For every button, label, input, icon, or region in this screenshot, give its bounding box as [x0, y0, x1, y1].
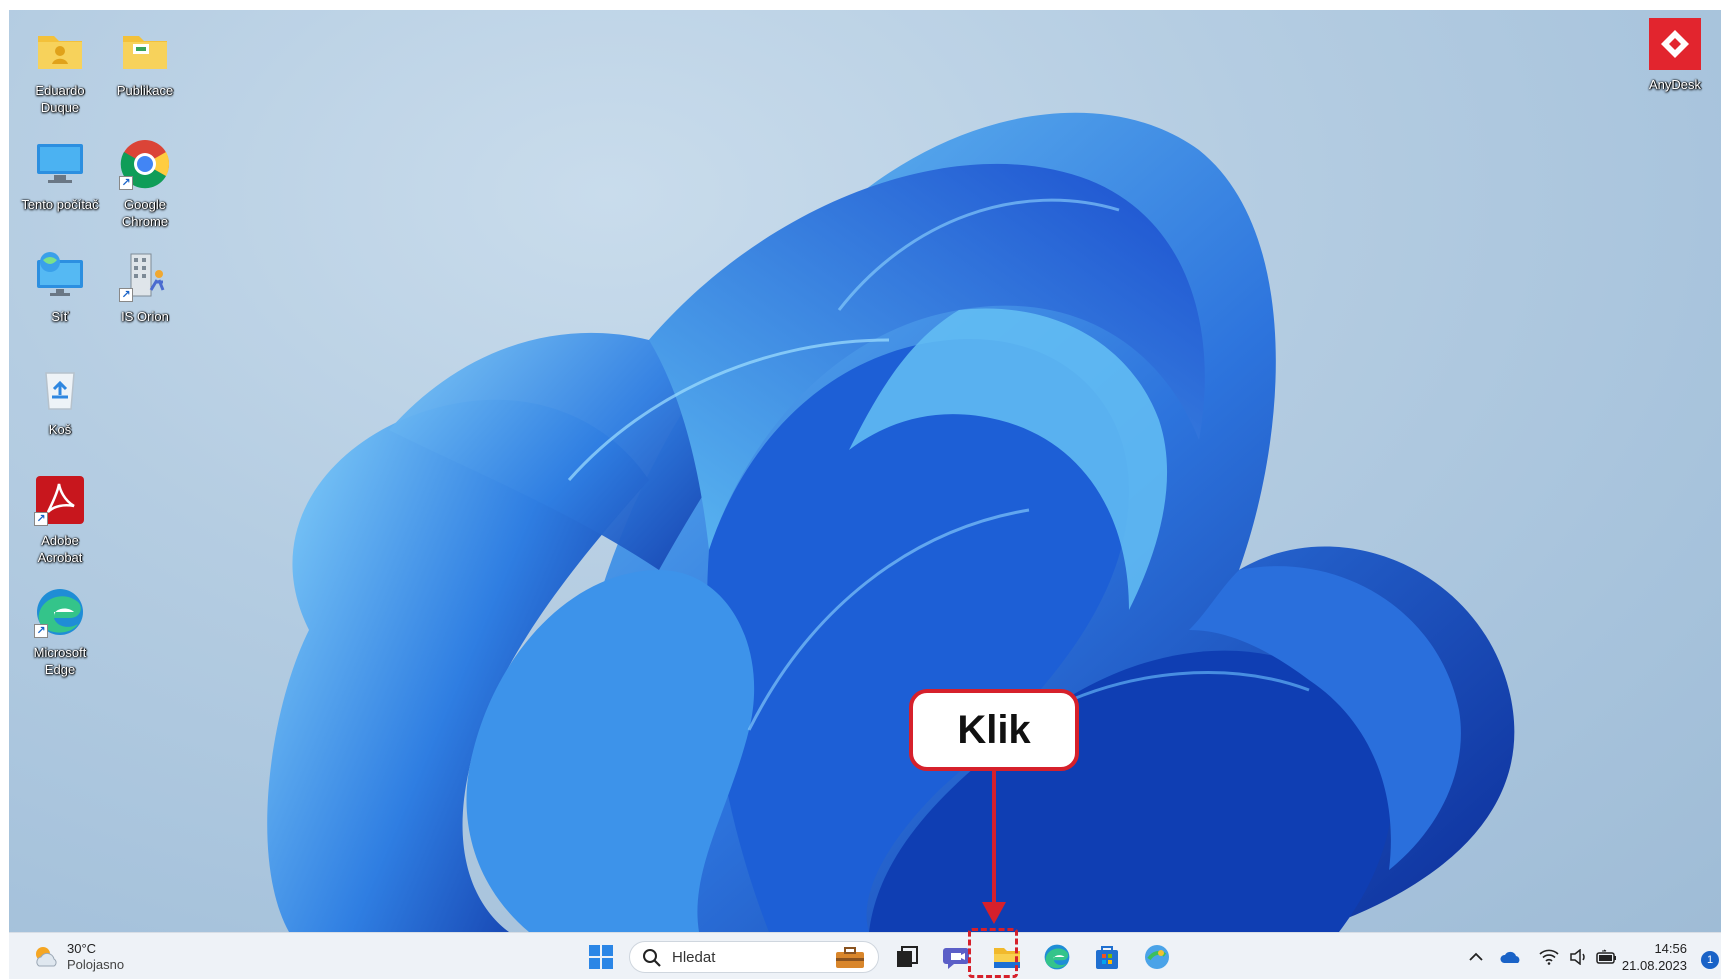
partly-cloudy-icon [36, 947, 57, 967]
notification-badge[interactable]: 1 [1701, 951, 1719, 969]
edge-icon: ↗ [34, 586, 86, 638]
anydesk-icon [1649, 18, 1701, 70]
bloom-wallpaper [267, 112, 1515, 932]
chevron-up-icon [1469, 952, 1483, 961]
taskbar: 30°C Polojasno Hledat 14:56 21.08.2023 1 [9, 932, 1721, 979]
desktop-icon-label: Adobe Acrobat [37, 533, 83, 565]
onedrive-button[interactable] [1497, 940, 1525, 974]
acrobat-icon: ↗ [34, 474, 86, 526]
user-folder-icon [34, 24, 86, 76]
clock-date: 21.08.2023 [1621, 958, 1687, 973]
pinned-app-button[interactable] [1139, 940, 1175, 974]
battery-button[interactable] [1593, 940, 1621, 974]
app-icon [1145, 945, 1169, 969]
desktop-icon-recycle-bin[interactable]: Koš [18, 363, 102, 438]
search-placeholder: Hledat [672, 949, 716, 966]
store-button[interactable] [1089, 940, 1125, 974]
recycle-bin-icon [34, 363, 86, 415]
weather-condition: Polojasno [67, 957, 125, 972]
desktop-icon-chrome[interactable]: ↗ Google Chrome [103, 138, 187, 230]
edge-icon [1044, 944, 1070, 970]
desktop-icon-acrobat[interactable]: ↗ Adobe Acrobat [18, 474, 102, 566]
weather-widget[interactable]: 30°C Polojasno [31, 939, 124, 975]
folder-icon [119, 24, 171, 76]
wifi-icon [1539, 949, 1559, 965]
desktop[interactable]: Eduardo Duque Publikace Tento počítač ↗ G… [9, 10, 1721, 932]
start-button[interactable] [583, 940, 619, 974]
desktop-icon-label: Microsoft Edge [33, 645, 87, 677]
desktop-icon-network[interactable]: Síť [18, 250, 102, 325]
onedrive-icon [1500, 951, 1520, 963]
desktop-icon-label: Tento počítač [21, 197, 99, 212]
search-box[interactable]: Hledat [629, 941, 879, 973]
desktop-icon-publikace[interactable]: Publikace [103, 24, 187, 99]
highlight-box [968, 928, 1018, 978]
volume-button[interactable] [1565, 940, 1593, 974]
network-icon [34, 250, 86, 302]
task-view-button[interactable] [889, 940, 925, 974]
edge-taskbar-button[interactable] [1039, 940, 1075, 974]
shortcut-arrow-icon: ↗ [119, 176, 133, 190]
desktop-icon-is-orion[interactable]: ↗ IS Orion [103, 250, 187, 325]
desktop-icon-label: Eduardo Duque [35, 83, 85, 115]
desktop-icon-label: Síť [51, 309, 69, 324]
start-icon [589, 945, 613, 969]
callout-arrow-line [992, 771, 996, 904]
desktop-icon-anydesk[interactable]: AnyDesk [1633, 18, 1717, 93]
desktop-icon-label: IS Orion [121, 309, 169, 324]
klik-callout: Klik [909, 689, 1079, 771]
desktop-icon-label: Koš [48, 422, 72, 437]
desktop-icon-label: AnyDesk [1648, 77, 1702, 92]
shortcut-arrow-icon: ↗ [34, 624, 48, 638]
is-orion-icon: ↗ [119, 250, 171, 302]
desktop-icon-label: Google Chrome [121, 197, 169, 229]
store-icon [1096, 946, 1118, 969]
shortcut-arrow-icon: ↗ [34, 512, 48, 526]
network-status-button[interactable] [1535, 940, 1563, 974]
task-view-icon [897, 946, 918, 967]
teams-chat-icon [943, 948, 969, 969]
desktop-icon-edge[interactable]: ↗ Microsoft Edge [18, 586, 102, 678]
desktop-icon-user-folder[interactable]: Eduardo Duque [18, 24, 102, 116]
briefcase-icon [836, 947, 864, 968]
show-hidden-icons-button[interactable] [1463, 940, 1489, 974]
desktop-icon-this-pc[interactable]: Tento počítač [18, 138, 102, 213]
callout-arrow-head [982, 902, 1006, 924]
chrome-icon: ↗ [119, 138, 171, 190]
search-icon [643, 949, 661, 967]
battery-icon [1596, 949, 1616, 964]
desktop-icon-label: Publikace [116, 83, 174, 98]
weather-temperature: 30°C [67, 941, 97, 956]
monitor-icon [34, 138, 86, 190]
shortcut-arrow-icon: ↗ [119, 288, 133, 302]
clock[interactable]: 14:56 21.08.2023 [1622, 940, 1687, 974]
volume-icon [1570, 949, 1585, 965]
clock-time: 14:56 [1654, 941, 1687, 956]
